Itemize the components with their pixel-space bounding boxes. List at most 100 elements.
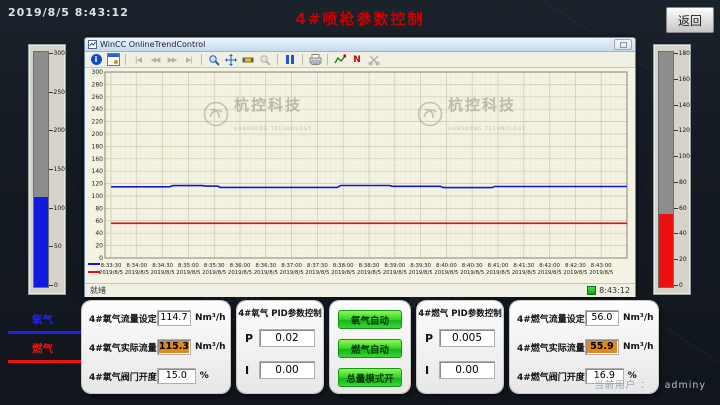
gas-flow-set-field[interactable]: 56.0	[585, 310, 619, 326]
svg-text:8:43:00: 8:43:00	[591, 263, 612, 269]
oxygen-p-field[interactable]: 0.02	[259, 329, 315, 347]
svg-text:8:39:30: 8:39:30	[410, 263, 431, 269]
svg-text:8:42:30: 8:42:30	[565, 263, 586, 269]
last-record-icon: ▶|	[182, 53, 196, 66]
svg-text:2019/8/5: 2019/8/5	[357, 270, 381, 276]
unit-label: Nm³/h	[623, 342, 653, 352]
previous-record-icon: ◀◀	[148, 53, 162, 66]
svg-text:2019/8/5: 2019/8/5	[202, 270, 226, 276]
svg-text:2019/8/5: 2019/8/5	[150, 270, 174, 276]
gauge-track	[33, 51, 49, 288]
toolbar-separator	[327, 54, 328, 65]
gas-flow-actual-field: 55.9	[585, 339, 619, 355]
svg-text:140: 140	[92, 168, 104, 175]
gas-i-field[interactable]: 0.00	[439, 361, 495, 379]
svg-text:260: 260	[92, 94, 104, 101]
svg-text:2019/8/5: 2019/8/5	[486, 270, 510, 276]
p-label: P	[245, 332, 259, 345]
zoom-area-icon[interactable]	[207, 53, 221, 66]
normalize-icon[interactable]: N	[350, 53, 364, 66]
svg-text:8:35:00: 8:35:00	[178, 263, 199, 269]
trend-chart-area: 0204060801001201401601802002202402602803…	[85, 68, 635, 283]
gas-flow-actual-label: 4#燃气实际流量	[517, 341, 585, 354]
next-record-icon: ▶▶	[165, 53, 179, 66]
window-control-button[interactable]	[614, 39, 632, 50]
select-time-range-icon[interactable]	[106, 53, 120, 66]
move-trend-area-icon[interactable]	[224, 53, 238, 66]
svg-text:8:42:00: 8:42:00	[539, 263, 560, 269]
system-clock: 2019/8/5 8:43:12	[8, 6, 129, 19]
screen: 杭控科技 杭控科技 2019/8/5 8:43:12 4#喷枪参数控制 返回 3…	[0, 0, 720, 405]
wincc-trend-window: WinCC OnlineTrendControl i |◀ ◀◀ ▶▶ ▶|	[84, 37, 636, 297]
i-label: I	[425, 364, 439, 377]
current-user-value: adminy	[665, 380, 706, 391]
oxygen-valve-opening-field[interactable]: 15.0	[157, 368, 196, 384]
oxygen-i-field[interactable]: 0.00	[259, 361, 315, 379]
status-online-icon	[587, 286, 596, 295]
svg-text:160: 160	[92, 156, 104, 163]
gauge-fill	[34, 197, 48, 287]
svg-text:280: 280	[92, 81, 104, 88]
oxygen-flow-actual-field: 115.3	[157, 339, 191, 355]
svg-text:2019/8/5: 2019/8/5	[408, 270, 432, 276]
toolbar-separator	[302, 54, 303, 65]
gas-valve-opening-label: 4#燃气阀门开度	[517, 370, 585, 383]
svg-text:2019/8/5: 2019/8/5	[305, 270, 329, 276]
total-mode-button[interactable]: 总量模式开	[338, 368, 402, 387]
page-title: 4#喷枪参数控制	[295, 8, 424, 29]
svg-text:8:41:00: 8:41:00	[488, 263, 509, 269]
svg-text:100: 100	[92, 193, 104, 200]
cut-icon	[367, 53, 381, 66]
svg-text:8:36:30: 8:36:30	[255, 263, 276, 269]
svg-text:8:39:00: 8:39:00	[384, 263, 405, 269]
unit-label: %	[200, 371, 225, 381]
window-title: WinCC OnlineTrendControl	[100, 40, 614, 49]
trend-toolbar: i |◀ ◀◀ ▶▶ ▶|	[85, 52, 635, 68]
svg-text:180: 180	[92, 143, 104, 150]
svg-text:120: 120	[92, 181, 104, 188]
svg-text:60: 60	[95, 218, 103, 225]
svg-text:2019/8/5: 2019/8/5	[434, 270, 458, 276]
print-icon[interactable]	[308, 53, 322, 66]
svg-text:2019/8/5: 2019/8/5	[460, 270, 484, 276]
mode-buttons-panel: 氧气自动 燃气自动 总量模式开	[330, 301, 410, 393]
i-label: I	[245, 364, 259, 377]
oxygen-valve-opening-label: 4#氧气阀门开度	[89, 370, 157, 383]
oxygen-pid-title: 4#氧气 PID参数控制	[237, 307, 323, 319]
oxygen-flow-actual-label: 4#氧气实际流量	[89, 341, 157, 354]
svg-text:8:36:00: 8:36:00	[230, 263, 251, 269]
gauge-fill	[659, 214, 673, 287]
svg-text:2019/8/5: 2019/8/5	[125, 270, 149, 276]
toolbar-separator	[125, 54, 126, 65]
svg-text:240: 240	[92, 106, 104, 113]
svg-text:8:38:30: 8:38:30	[359, 263, 380, 269]
zoom-x-axis-icon[interactable]	[241, 53, 255, 66]
svg-text:8:34:30: 8:34:30	[152, 263, 173, 269]
svg-text:2019/8/5: 2019/8/5	[537, 270, 561, 276]
svg-text:2019/8/5: 2019/8/5	[563, 270, 587, 276]
svg-text:2019/8/5: 2019/8/5	[279, 270, 303, 276]
svg-text:8:40:00: 8:40:00	[436, 263, 457, 269]
svg-text:2019/8/5: 2019/8/5	[331, 270, 355, 276]
select-trend-icon[interactable]	[333, 53, 347, 66]
gas-pid-title: 4#燃气 PID参数控制	[417, 307, 503, 319]
svg-text:2019/8/5: 2019/8/5	[589, 270, 613, 276]
window-statusbar: 就绪 8:43:12	[85, 283, 635, 297]
svg-text:2019/8/5: 2019/8/5	[176, 270, 200, 276]
properties-icon[interactable]: i	[89, 53, 103, 66]
gas-auto-button[interactable]: 燃气自动	[338, 339, 402, 358]
svg-text:0: 0	[99, 255, 103, 262]
gas-p-field[interactable]: 0.005	[439, 329, 495, 347]
svg-text:300: 300	[92, 69, 104, 76]
p-label: P	[425, 332, 439, 345]
oxygen-flow-set-field[interactable]: 114.7	[157, 310, 191, 326]
window-app-icon	[88, 40, 97, 49]
svg-text:2019/8/5: 2019/8/5	[99, 270, 123, 276]
oxygen-pid-panel: 4#氧气 PID参数控制 P 0.02 I 0.00	[237, 301, 323, 393]
oxygen-auto-button[interactable]: 氧气自动	[338, 310, 402, 329]
unit-label: Nm³/h	[195, 342, 225, 352]
stop-update-icon[interactable]	[283, 53, 297, 66]
oxygen-flow-gauge: 300250200150100500	[28, 44, 66, 295]
back-button[interactable]: 返回	[666, 7, 714, 33]
status-time: 8:43:12	[599, 286, 630, 295]
